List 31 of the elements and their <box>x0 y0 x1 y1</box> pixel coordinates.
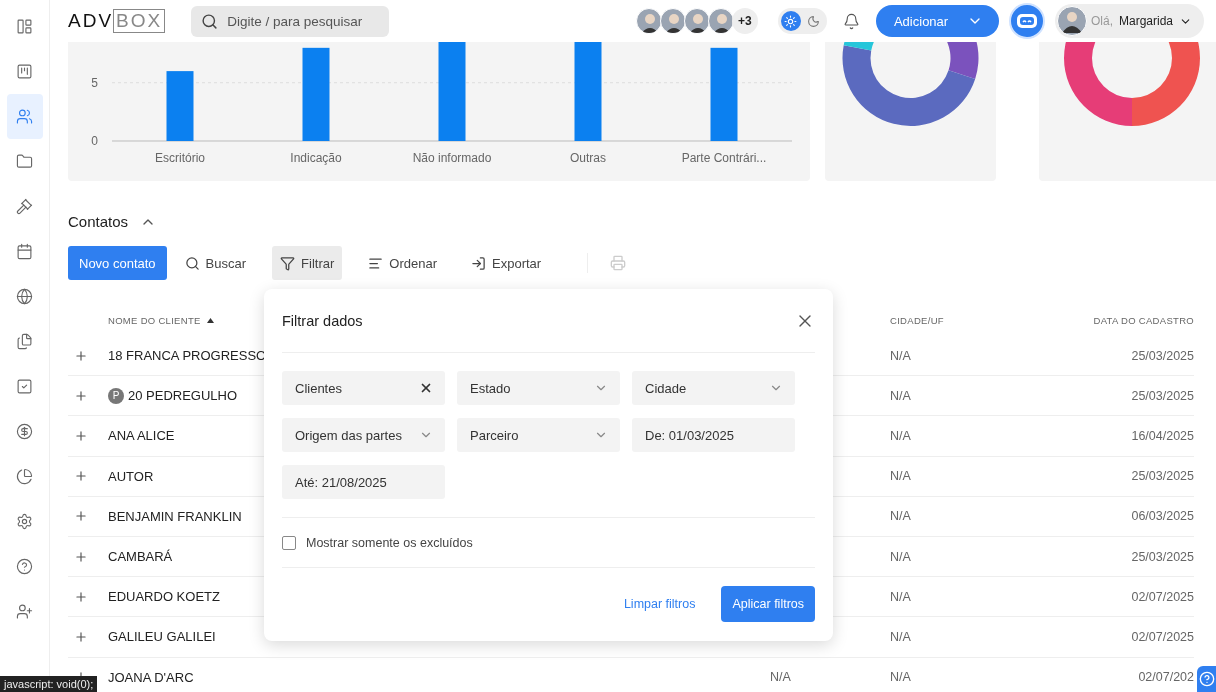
table-cell-text: N/A <box>770 670 792 685</box>
x-label: Escritório <box>155 151 205 165</box>
table-cell-text: N/A <box>890 348 912 363</box>
table-cell-text: 25/03/2025 <box>1130 549 1194 564</box>
table-cell-text: 25/03/2025 <box>1130 348 1194 363</box>
x-label: Não informado <box>412 151 492 165</box>
table-cell-text: N/A <box>890 428 912 443</box>
table-cell-text: 25/03/2025 <box>1130 469 1194 484</box>
table-cell-text: N/A <box>890 670 912 685</box>
y-tick-label: 5 <box>91 75 98 90</box>
x-label: Indicação <box>290 151 342 165</box>
x-label: Parte Contrári... <box>681 151 767 165</box>
logo: ADV BOX <box>68 9 166 33</box>
table-cell-text: 02/07/2025 <box>1130 629 1194 644</box>
table-cell-text: N/A <box>890 509 912 524</box>
table-cell-text: N/A <box>890 549 912 564</box>
table-cell-text: 25/03/2025 <box>1130 388 1194 403</box>
table-cell-text: 16/04/2025 <box>1130 428 1194 443</box>
table-cell-text: N/A <box>890 388 912 403</box>
section-title: Contatos <box>68 213 129 230</box>
table-cell-text: 02/07/2025 <box>1130 589 1194 604</box>
table-cell-text: 06/03/2025 <box>1130 509 1194 524</box>
table-cell-text: N/A <box>890 589 912 604</box>
table-cell-text: N/A <box>890 629 912 644</box>
table-cell-text: N/A <box>890 469 912 484</box>
person-badge: P <box>108 387 124 404</box>
x-label: Outras <box>570 151 606 165</box>
status-bar: javascript: void(0); <box>0 676 98 692</box>
dialog-title: Filtrar dados <box>282 312 363 329</box>
table-cell-text: 02/07/202 <box>1137 670 1194 685</box>
y-tick-label: 0 <box>91 134 98 148</box>
